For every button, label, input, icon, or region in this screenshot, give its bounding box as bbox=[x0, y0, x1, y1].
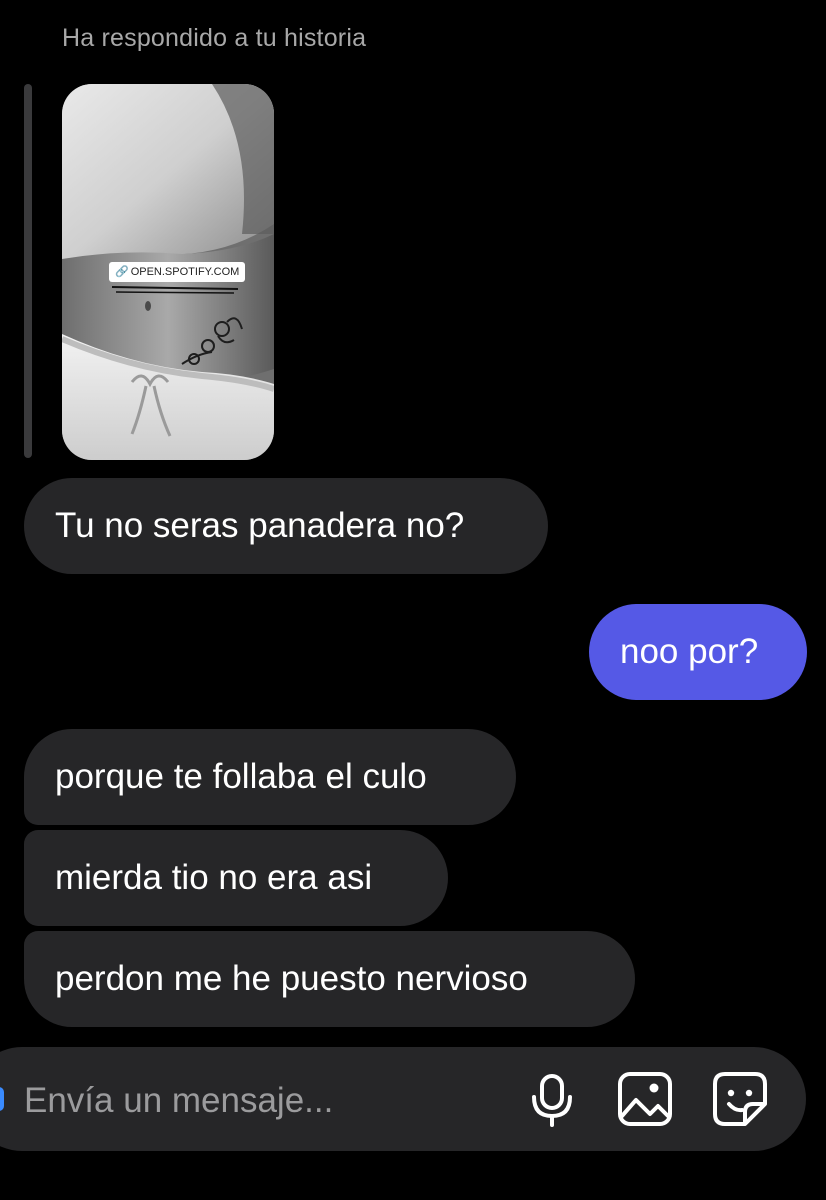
message-outgoing[interactable]: noo por? bbox=[589, 604, 807, 700]
message-incoming[interactable]: Tu no seras panadera no? bbox=[24, 478, 548, 574]
link-sticker-label: OPEN.SPOTIFY.COM bbox=[130, 266, 240, 278]
gallery-icon[interactable] bbox=[616, 1070, 674, 1128]
microphone-icon[interactable] bbox=[523, 1070, 581, 1128]
message-incoming[interactable]: porque te follaba el culo bbox=[24, 729, 516, 825]
reply-header: Ha respondido a tu historia bbox=[62, 24, 367, 52]
camera-button-edge[interactable] bbox=[0, 1087, 4, 1111]
story-thumbnail[interactable]: 🔗 OPEN.SPOTIFY.COM bbox=[62, 84, 274, 460]
link-sticker[interactable]: 🔗 OPEN.SPOTIFY.COM bbox=[109, 262, 246, 282]
message-incoming[interactable]: mierda tio no era asi bbox=[24, 830, 448, 926]
reply-quote-bar bbox=[24, 84, 32, 458]
message-incoming[interactable]: perdon me he puesto nervioso bbox=[24, 931, 635, 1027]
message-input[interactable] bbox=[24, 1076, 504, 1126]
sticker-icon[interactable] bbox=[711, 1070, 769, 1128]
link-icon: 🔗 bbox=[115, 266, 129, 278]
